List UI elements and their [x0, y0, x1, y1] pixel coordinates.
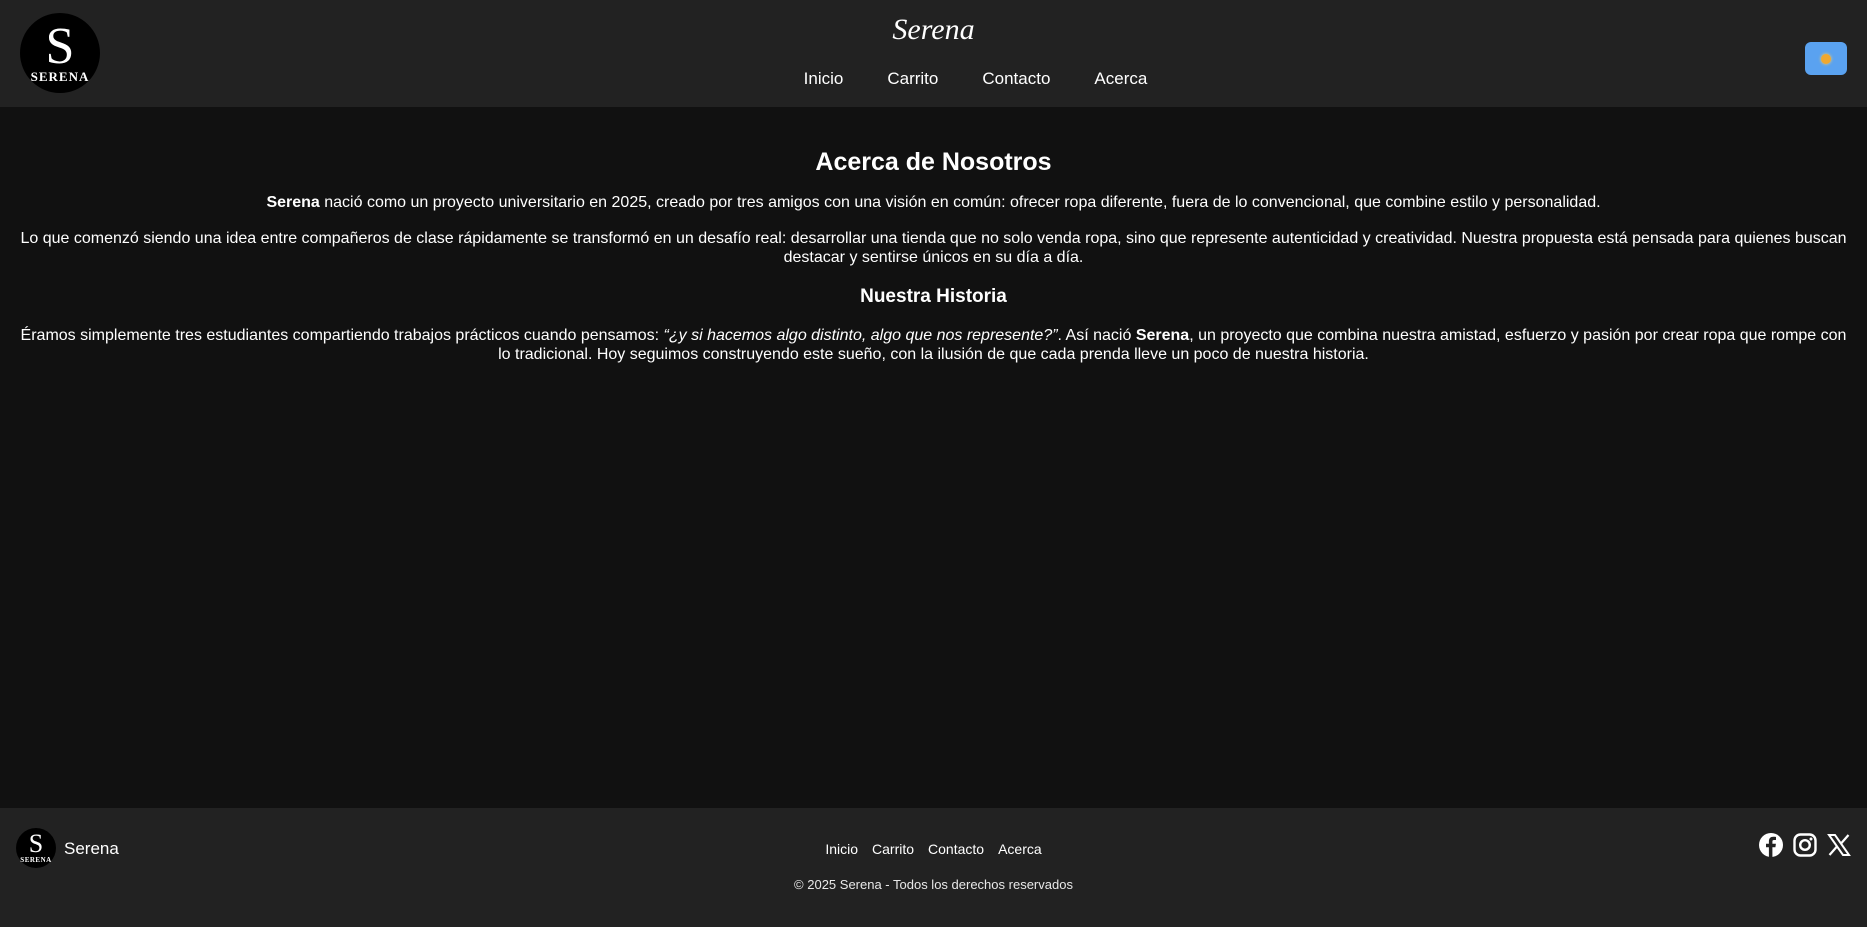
sun-icon	[1821, 53, 1831, 64]
history-heading: Nuestra Historia	[860, 286, 1007, 307]
nav-link-carrito[interactable]: Carrito	[887, 67, 938, 91]
nav-link-inicio[interactable]: Inicio	[804, 67, 844, 91]
site-header: S SERENA Serena Inicio Carrito Contacto …	[0, 0, 1867, 107]
theme-toggle-button[interactable]	[1805, 42, 1847, 75]
intro-text: nació como un proyecto universitario en …	[319, 194, 1601, 211]
nav-link-contacto[interactable]: Contacto	[982, 67, 1050, 91]
mission-paragraph: Lo que comenzó siendo una idea entre com…	[20, 230, 1847, 266]
footer-link-carrito[interactable]: Carrito	[872, 840, 914, 858]
facebook-icon[interactable]	[1758, 832, 1784, 858]
footer-link-acerca[interactable]: Acerca	[998, 840, 1042, 858]
main-nav: Inicio Carrito Contacto Acerca	[0, 67, 1867, 91]
intro-paragraph: Serena nació como un proyecto universita…	[14, 193, 1853, 212]
brand-name-bold: Serena	[266, 194, 320, 211]
history-paragraph: Éramos simplemente tres estudiantes comp…	[14, 326, 1853, 364]
history-text-mid: . Así nació	[1057, 327, 1136, 344]
history-quote: “¿y si hacemos algo distinto, algo que n…	[663, 327, 1058, 344]
footer-link-inicio[interactable]: Inicio	[825, 840, 858, 858]
history-text-start: Éramos simplemente tres estudiantes comp…	[20, 327, 664, 344]
nav-link-acerca[interactable]: Acerca	[1094, 67, 1147, 91]
site-footer: S SERENA Serena Inicio Carrito Contacto …	[0, 808, 1867, 927]
page-title: Acerca de Nosotros	[815, 148, 1052, 176]
instagram-icon[interactable]	[1792, 832, 1818, 858]
footer-link-contacto[interactable]: Contacto	[928, 840, 984, 858]
site-title: Serena	[892, 13, 975, 46]
brand-name-bold: Serena	[1135, 327, 1190, 344]
copyright-text: © 2025 Serena - Todos los derechos reser…	[794, 877, 1073, 892]
about-section: Acerca de Nosotros Serena nació como un …	[0, 107, 1867, 808]
footer-nav: Inicio Carrito Contacto Acerca	[0, 840, 1867, 858]
x-icon[interactable]	[1826, 832, 1852, 858]
